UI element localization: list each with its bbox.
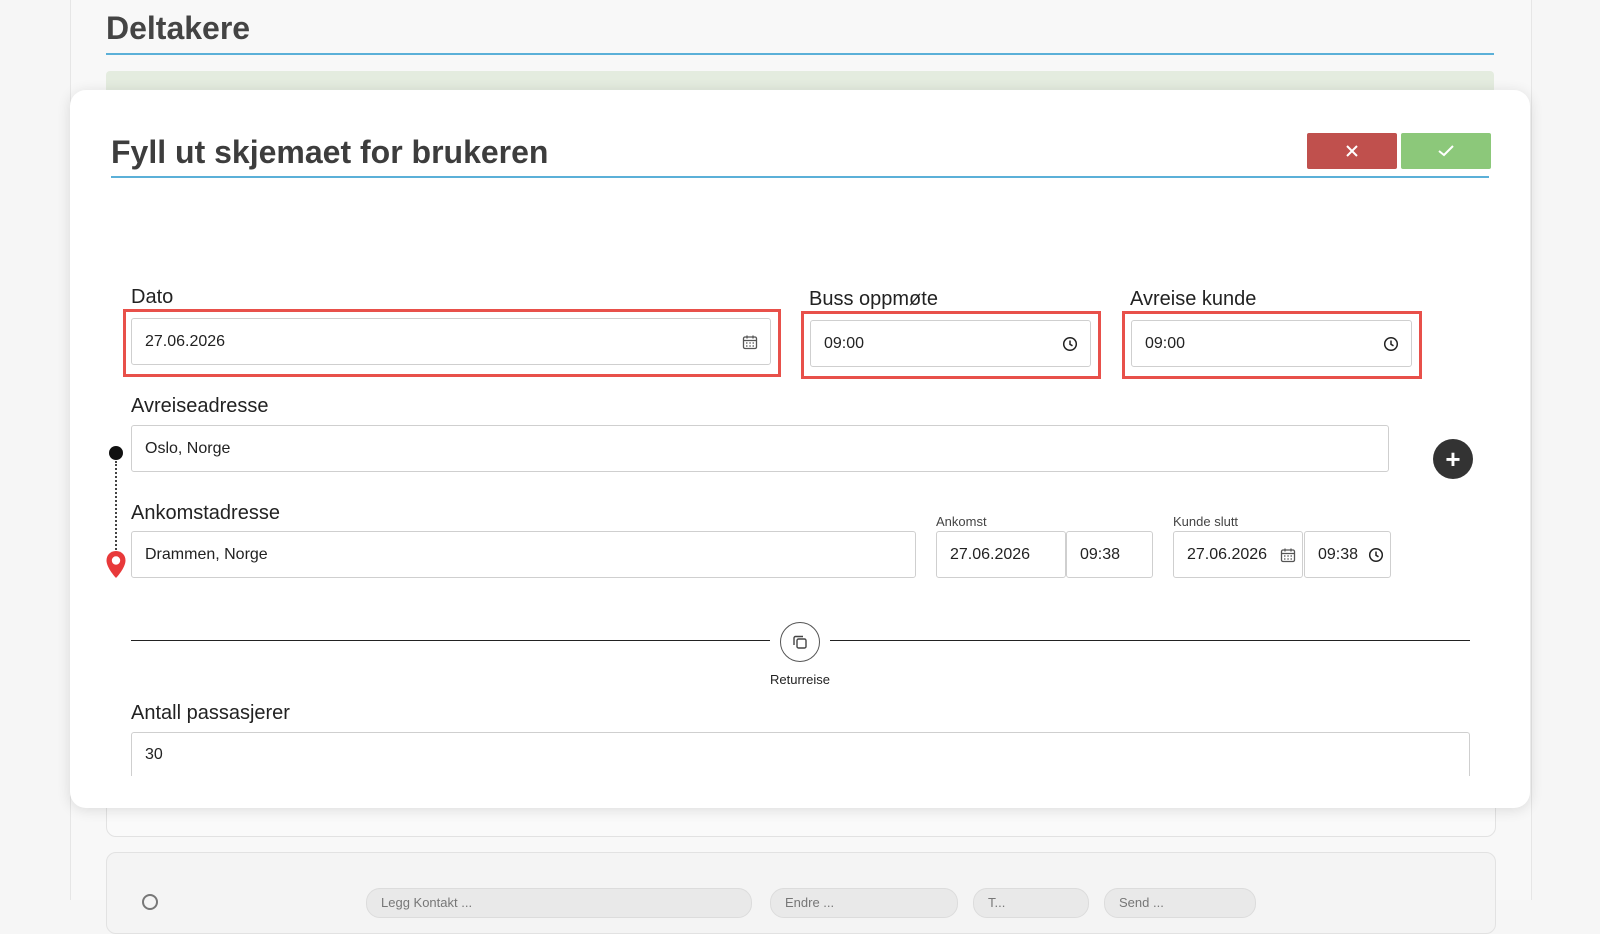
avreiseadresse-input[interactable]: Oslo, Norge — [131, 425, 1389, 472]
action-chip-4[interactable]: Send ... — [1104, 888, 1256, 918]
origin-dot-icon — [109, 446, 123, 460]
avreiseadresse-value: Oslo, Norge — [145, 439, 231, 457]
ankomst-date-value: 27.06.2026 — [950, 545, 1031, 563]
buss-label: Buss oppmøte — [809, 288, 938, 310]
antall-input[interactable]: 30 — [131, 732, 1470, 776]
circle-icon — [142, 894, 158, 910]
plus-icon: + — [1445, 443, 1461, 474]
kunde-slutt-time-value: 09:38 — [1318, 545, 1359, 563]
page-title: Deltakere — [106, 10, 251, 46]
form-modal: Fyll ut skjemaet for brukeren Dato 27.06… — [70, 90, 1530, 808]
action-chip-2[interactable]: Endre ... — [770, 888, 958, 918]
action-chip-1[interactable]: Legg Kontakt ... — [366, 888, 752, 918]
calendar-icon — [742, 335, 758, 350]
action-chip-3[interactable]: T... — [973, 888, 1089, 918]
ankomst-label: Ankomst — [936, 514, 987, 529]
divider-right — [830, 640, 1470, 641]
add-stop-button[interactable]: + — [1433, 439, 1473, 479]
antall-label: Antall passasjerer — [131, 702, 290, 724]
kunde-slutt-date-value: 27.06.2026 — [1187, 545, 1268, 563]
antall-value: 30 — [145, 745, 163, 763]
ankomst-date-input[interactable]: 27.06.2026 — [936, 531, 1066, 578]
buss-value: 09:00 — [824, 334, 865, 352]
check-icon — [1438, 145, 1454, 157]
ankomstadresse-input[interactable]: Drammen, Norge — [131, 531, 916, 578]
avreise-kunde-label: Avreise kunde — [1130, 288, 1257, 310]
ankomstadresse-value: Drammen, Norge — [145, 545, 268, 563]
avreise-kunde-value: 09:00 — [1145, 334, 1186, 352]
confirm-button[interactable] — [1401, 133, 1491, 169]
calendar-icon — [1280, 548, 1296, 563]
returreise-label: Returreise — [770, 672, 830, 687]
close-icon — [1346, 145, 1358, 157]
avreiseadresse-label: Avreiseadresse — [131, 395, 269, 417]
dato-input[interactable]: 27.06.2026 — [131, 318, 771, 365]
ankomst-time-input[interactable]: 09:38 — [1066, 531, 1153, 578]
avreise-kunde-time-input[interactable]: 09:00 — [1131, 320, 1412, 367]
dato-label: Dato — [131, 286, 174, 308]
modal-title-underline — [111, 176, 1489, 178]
cancel-button[interactable] — [1307, 133, 1397, 169]
copy-icon — [793, 635, 807, 649]
buss-time-input[interactable]: 09:00 — [810, 320, 1091, 367]
clock-icon — [1368, 547, 1384, 563]
dato-value: 27.06.2026 — [145, 332, 226, 350]
divider-left — [131, 640, 770, 641]
clock-icon — [1062, 336, 1078, 352]
kunde-slutt-time-input[interactable]: 09:38 — [1304, 531, 1391, 578]
return-trip-button[interactable] — [780, 622, 820, 662]
modal-title: Fyll ut skjemaet for brukeren — [111, 134, 549, 170]
clock-icon — [1383, 336, 1399, 352]
ankomst-time-value: 09:38 — [1080, 545, 1121, 563]
kunde-slutt-date-input[interactable]: 27.06.2026 — [1173, 531, 1303, 578]
kunde-slutt-label: Kunde slutt — [1173, 514, 1239, 529]
location-pin-icon — [106, 551, 126, 578]
route-connector — [115, 461, 117, 561]
title-underline — [106, 53, 1494, 55]
ankomstadresse-label: Ankomstadresse — [131, 502, 280, 524]
